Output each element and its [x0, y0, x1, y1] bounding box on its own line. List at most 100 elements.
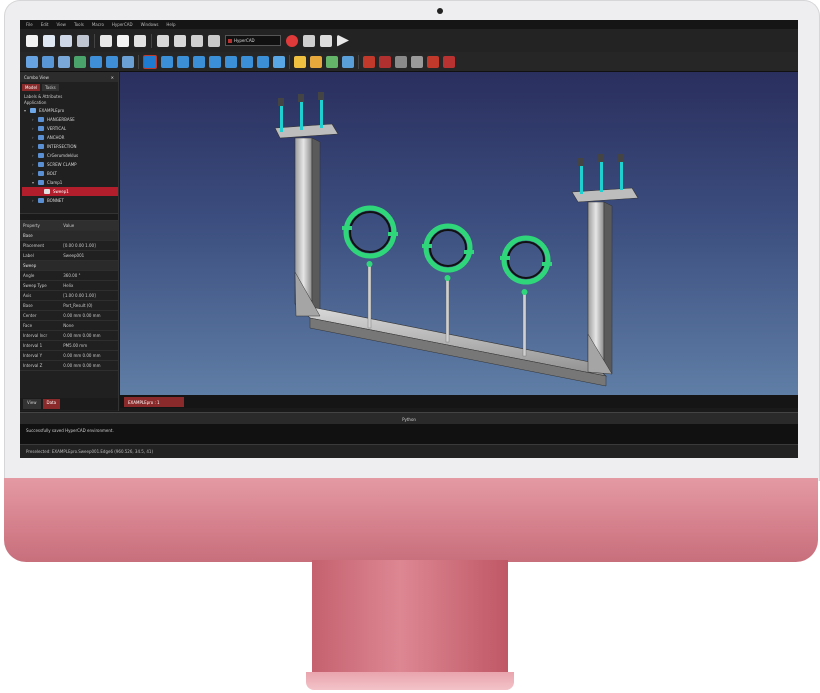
open-file-icon[interactable] [43, 34, 55, 47]
stop-macro-icon[interactable] [303, 34, 315, 47]
sweep-icon [44, 189, 50, 194]
copy-icon[interactable] [117, 34, 129, 47]
tree-item[interactable]: › BOLT [22, 169, 118, 178]
close-icon[interactable]: ✕ [111, 75, 114, 80]
tab-view[interactable]: View [23, 399, 41, 409]
draw-style-icon[interactable] [58, 55, 70, 68]
fit-selection-icon[interactable] [42, 55, 54, 68]
menu-windows[interactable]: Windows [141, 22, 159, 27]
chevron-right-icon[interactable]: › [32, 198, 37, 203]
chevron-down-icon[interactable]: ▾ [24, 108, 29, 113]
undo-icon[interactable] [157, 34, 169, 47]
redo-icon[interactable] [174, 34, 186, 47]
tree-item[interactable]: › VERTICAL [22, 124, 118, 133]
paste-icon[interactable] [134, 34, 146, 47]
pipe-support-model[interactable] [120, 72, 798, 395]
menu-macro[interactable]: Macro [92, 22, 104, 27]
zoom-icon[interactable] [143, 54, 157, 69]
table-row[interactable]: Sweep Type Helix [20, 280, 118, 291]
fit-all-icon[interactable] [26, 55, 38, 68]
whats-this-icon[interactable] [208, 34, 220, 47]
tree-item[interactable]: ▾ Clamp1 [22, 178, 118, 187]
tree-item[interactable]: › INTERSECTION [22, 142, 118, 151]
chevron-down-icon[interactable]: ▾ [32, 180, 37, 185]
chevron-right-icon[interactable]: › [32, 162, 37, 167]
bounding-box-icon[interactable] [74, 55, 86, 68]
table-row[interactable]: Interval Y 0.00 mm 0.00 mm [20, 350, 118, 361]
hyper-tool-2-icon[interactable] [379, 55, 391, 68]
chevron-right-icon[interactable]: › [32, 126, 37, 131]
group-icon[interactable] [310, 55, 322, 68]
workbench-combo[interactable]: HyperCAD [225, 35, 281, 46]
run-macro-icon[interactable] [337, 34, 349, 47]
combo-view-header: Combo View ✕ [20, 72, 118, 82]
chevron-right-icon[interactable]: › [32, 153, 37, 158]
macro-editor-icon[interactable] [320, 34, 332, 47]
save-icon[interactable] [60, 34, 72, 47]
table-row[interactable]: Base Part_Result (0) [20, 300, 118, 311]
menu-help[interactable]: Help [166, 22, 175, 27]
chevron-right-icon[interactable]: › [32, 144, 37, 149]
part-icon[interactable] [294, 55, 306, 68]
tab-data[interactable]: Data [42, 399, 61, 409]
menu-edit[interactable]: Edit [41, 22, 49, 27]
new-file-icon[interactable] [26, 34, 38, 47]
table-row[interactable]: Interval 1 PM5.00 mm [20, 340, 118, 351]
front-view-icon[interactable] [177, 55, 189, 68]
toolbar-separator [151, 33, 152, 48]
tab-model[interactable]: Model [22, 84, 41, 91]
table-row[interactable]: Placement [0.00 0.00 1.00] [20, 240, 118, 251]
horizontal-beam[interactable] [295, 303, 608, 377]
tree-item[interactable]: › ANCHOR [22, 133, 118, 142]
tree-item[interactable]: ▾ EXAMPLEpro [22, 106, 118, 115]
hyper-tool-6-icon[interactable] [443, 55, 455, 68]
measure-icon[interactable] [273, 55, 285, 68]
tab-tasks[interactable]: Tasks [42, 84, 59, 91]
menu-tools[interactable]: Tools [74, 22, 84, 27]
hyper-tool-1-icon[interactable] [363, 55, 375, 68]
table-row[interactable]: Center 0.00 mm 0.00 mm [20, 310, 118, 321]
rear-view-icon[interactable] [225, 55, 237, 68]
tab-document[interactable]: EXAMPLEpro : 1 [124, 397, 184, 407]
chevron-right-icon[interactable]: › [32, 171, 37, 176]
table-row[interactable]: Angle 360.00 ° [20, 270, 118, 281]
left-view-icon[interactable] [257, 55, 269, 68]
attach-icon[interactable] [342, 55, 354, 68]
forward-icon[interactable] [106, 55, 118, 68]
cut-icon[interactable] [100, 34, 112, 47]
hyper-tool-3-icon[interactable] [395, 55, 407, 68]
refresh-icon[interactable] [191, 34, 203, 47]
menu-hypercad[interactable]: HyperCAD [112, 22, 133, 27]
tree-item[interactable]: › HANGERBASE [22, 115, 118, 124]
back-icon[interactable] [90, 55, 102, 68]
sketch-icon[interactable] [326, 55, 338, 68]
print-icon[interactable] [77, 34, 89, 47]
menu-file[interactable]: File [26, 22, 33, 27]
table-row[interactable]: Interval Z 0.00 mm 0.00 mm [20, 360, 118, 371]
monitor-chin [4, 478, 818, 562]
hyper-tool-5-icon[interactable] [427, 55, 439, 68]
3d-viewport[interactable] [120, 72, 798, 395]
pipe-clamp[interactable] [500, 235, 552, 285]
table-row[interactable]: Interval Incr 0.00 mm 0.00 mm [20, 330, 118, 341]
record-macro-icon[interactable] [286, 34, 298, 47]
chevron-right-icon[interactable]: › [32, 117, 37, 122]
bottom-view-icon[interactable] [241, 55, 253, 68]
tree-item[interactable]: › BONNET [22, 196, 118, 205]
tree-item-selected[interactable]: Sweep1 [22, 187, 118, 196]
menu-view[interactable]: View [56, 22, 66, 27]
table-row[interactable]: Label Sweep001 [20, 250, 118, 261]
tree-item[interactable]: › CrGerumdeklus [22, 151, 118, 160]
panel-splitter[interactable] [20, 213, 118, 221]
table-row[interactable]: Face None [20, 320, 118, 331]
hyper-tool-4-icon[interactable] [411, 55, 423, 68]
link-icon[interactable] [122, 55, 134, 68]
pipe-clamp[interactable] [342, 205, 398, 259]
isometric-view-icon[interactable] [161, 55, 173, 68]
tree-item[interactable]: › SCREW CLAMP [22, 160, 118, 169]
right-view-icon[interactable] [209, 55, 221, 68]
table-row[interactable]: Axis [1.00 0.00 1.00] [20, 290, 118, 301]
pipe-clamp[interactable] [422, 223, 474, 273]
chevron-right-icon[interactable]: › [32, 135, 37, 140]
top-view-icon[interactable] [193, 55, 205, 68]
